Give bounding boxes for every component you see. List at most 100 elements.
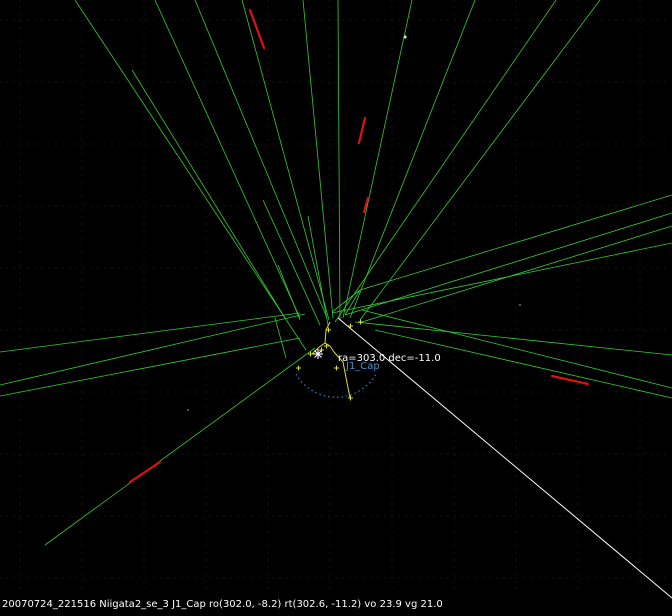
grid-dot	[143, 412, 145, 414]
grid-dot	[453, 139, 455, 141]
grid-dot	[181, 515, 183, 517]
grid-dot	[629, 515, 631, 517]
grid-dot	[538, 19, 540, 21]
grid-dot	[300, 267, 302, 269]
grid-dot	[81, 545, 83, 547]
grid-dot	[329, 566, 331, 568]
grid-dot	[447, 267, 449, 269]
grid-dot	[531, 143, 533, 145]
grid-dot	[370, 143, 372, 145]
grid-dot	[329, 125, 331, 127]
grid-dot	[293, 81, 295, 83]
grid-dot	[515, 580, 517, 582]
grid-dot	[41, 267, 43, 269]
grid-dot	[13, 81, 15, 83]
grid-dot	[552, 205, 554, 207]
grid-dot	[244, 143, 246, 145]
trail-line	[337, 0, 341, 321]
grid-dot	[41, 19, 43, 21]
grid-dot	[205, 181, 207, 183]
grid-dot	[205, 587, 207, 589]
grid-dot	[503, 391, 505, 393]
grid-dot	[81, 265, 83, 267]
grid-dot	[216, 515, 218, 517]
grid-dot	[419, 205, 421, 207]
grid-dot	[76, 453, 78, 455]
grid-dot	[81, 34, 83, 36]
grid-dot	[19, 552, 21, 554]
grid-dot	[69, 453, 71, 455]
grid-dot	[205, 41, 207, 43]
trail-line	[359, 0, 601, 321]
grid-dot	[531, 81, 533, 83]
grid-dot	[615, 267, 617, 269]
grid-dot	[391, 515, 393, 517]
grid-dot	[267, 482, 269, 484]
grid-dot	[267, 412, 269, 414]
grid-dot	[267, 398, 269, 400]
grid-dot	[496, 143, 498, 145]
grid-dot	[272, 81, 274, 83]
grid-dot	[329, 412, 331, 414]
grid-dot	[524, 453, 526, 455]
grid-dot	[515, 510, 517, 512]
grid-dot	[531, 453, 533, 455]
grid-dot	[391, 453, 393, 455]
grid-dot	[205, 244, 207, 246]
grid-dot	[384, 19, 386, 21]
grid-dot	[19, 209, 21, 211]
grid-dot	[639, 90, 641, 92]
grid-dot	[174, 81, 176, 83]
grid-dot	[205, 391, 207, 393]
grid-dot	[34, 391, 36, 393]
grid-dot	[515, 454, 517, 456]
radiant-cross	[324, 343, 329, 349]
grid-dot	[314, 515, 316, 517]
grid-dot	[391, 97, 393, 99]
grid-dot	[237, 205, 239, 207]
grid-dot	[503, 515, 505, 517]
grid-dot	[496, 19, 498, 21]
grid-dot	[517, 515, 519, 517]
grid-dot	[461, 453, 463, 455]
grid-dot	[143, 97, 145, 99]
grid-dot	[447, 143, 449, 145]
grid-dot	[453, 209, 455, 211]
grid-dot	[223, 205, 225, 207]
grid-dot	[81, 90, 83, 92]
grid-dot	[335, 267, 337, 269]
grid-dot	[279, 391, 281, 393]
grid-dot	[265, 391, 267, 393]
grid-dot	[267, 160, 269, 162]
grid-dot	[34, 267, 36, 269]
grid-dot	[577, 398, 579, 400]
grid-dot	[267, 335, 269, 337]
grid-dot	[356, 329, 358, 331]
grid-dot	[453, 328, 455, 330]
grid-dot	[510, 329, 512, 331]
grid-dot	[577, 83, 579, 85]
grid-dot	[475, 391, 477, 393]
grid-dot	[453, 517, 455, 519]
grid-dot	[328, 205, 330, 207]
grid-dot	[118, 81, 120, 83]
grid-dot	[97, 391, 99, 393]
grid-dot	[577, 153, 579, 155]
grid-dot	[454, 453, 456, 455]
grid-dot	[20, 267, 22, 269]
grid-dot	[329, 41, 331, 43]
grid-dot	[468, 577, 470, 579]
grid-dot	[349, 267, 351, 269]
grid-dot	[139, 577, 141, 579]
grid-dot	[329, 524, 331, 526]
grid-dot	[515, 559, 517, 561]
grid-dot	[143, 223, 145, 225]
grid-dot	[19, 251, 21, 253]
grid-dot	[19, 6, 21, 8]
grid-dot	[643, 81, 645, 83]
grid-dot	[639, 510, 641, 512]
grid-dot	[143, 496, 145, 498]
grid-dot	[453, 90, 455, 92]
grid-dot	[329, 405, 331, 407]
grid-dot	[391, 398, 393, 400]
